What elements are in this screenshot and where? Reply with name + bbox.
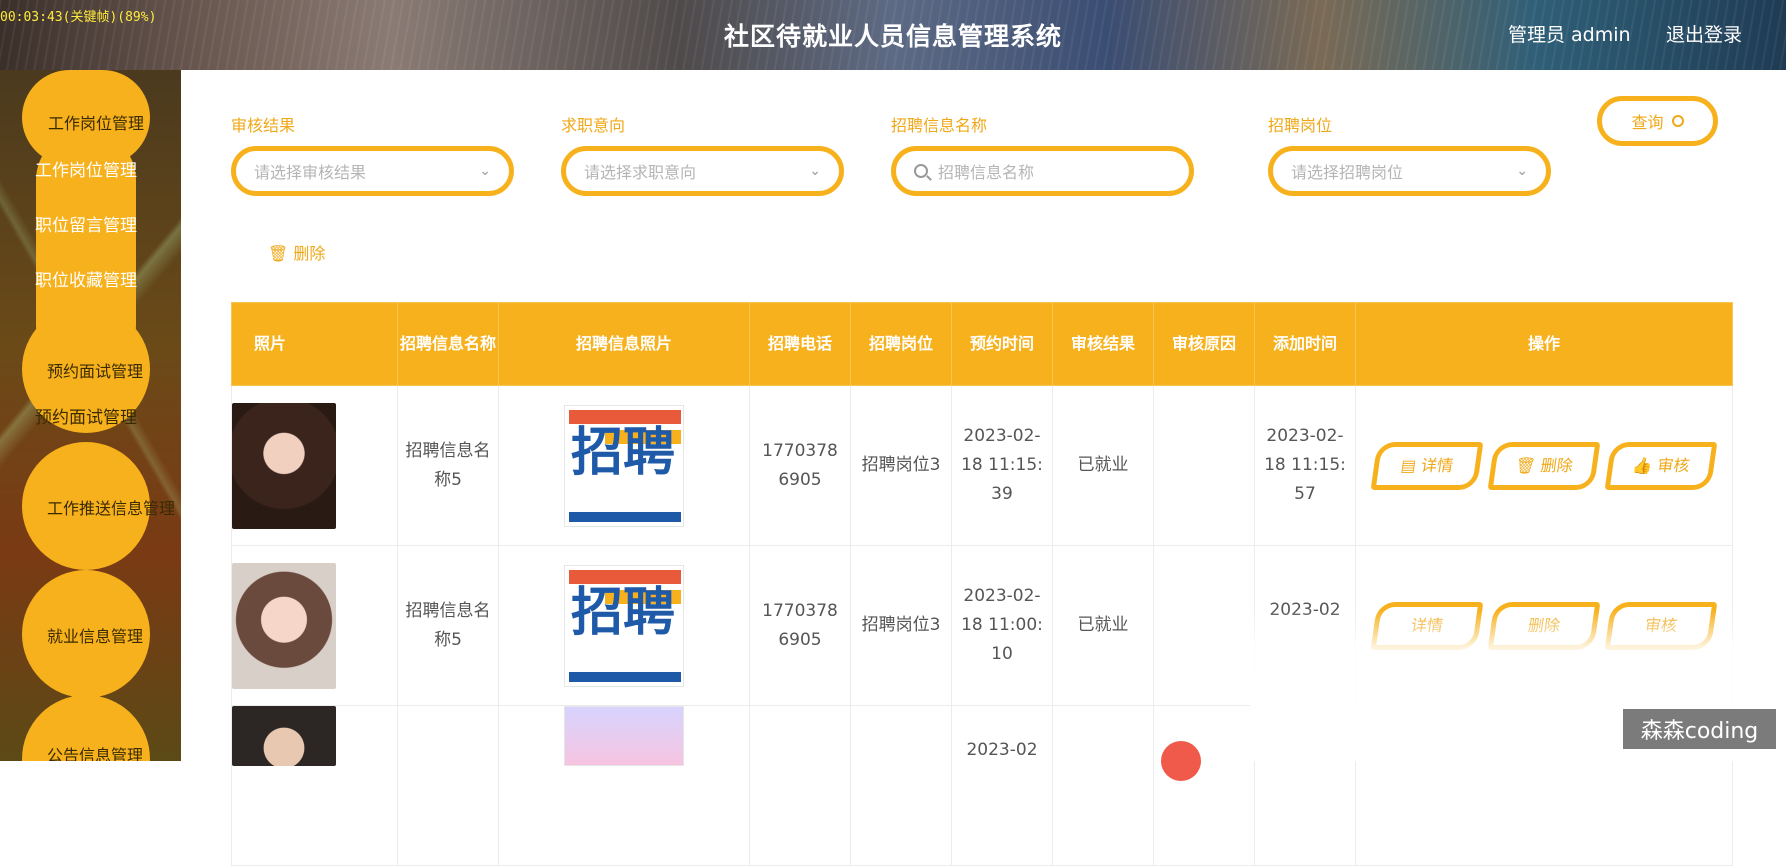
batch-delete-label: 删除 [293,244,326,263]
recruit-post-placeholder: 请选择招聘岗位 [1291,163,1404,182]
header-post: 招聘岗位 [850,302,952,386]
cell-appoint-time: 2023-02-18 11:15:39 [951,385,1053,546]
detail-label: 详情 [1419,455,1455,475]
cell-recruit-name: 招聘信息名称5 [397,385,499,546]
query-button-label: 查询 [1631,113,1664,132]
document-icon: ▤ [1399,455,1417,475]
header-photo: 照片 [231,302,398,386]
cell-recruit-name: 招聘信息名称5 [397,545,499,706]
recruit-name-label: 招聘信息名称 [891,116,988,135]
nav-item-job-favorite[interactable]: 职位收藏管理 [35,266,137,291]
red-cursor-dot [1161,741,1201,781]
recruit-post-select[interactable]: 请选择招聘岗位 ⌄ [1268,146,1551,196]
nav-group-push[interactable]: 工作推送信息管理 [47,495,175,519]
recruit-table: 照片 招聘信息名称 招聘信息照片 招聘电话 招聘岗位 预约时间 审核结果 审核原… [231,302,1733,866]
audit-button[interactable]: 👍 审核 [1605,441,1718,490]
trash-icon: 🗑 [1514,455,1537,475]
job-intent-select[interactable]: 请选择求职意向 ⌄ [561,146,844,196]
recruit-name-input[interactable]: 招聘信息名称 [891,146,1194,196]
cell-appoint-time: 2023-02 [951,705,1053,866]
header-audit-result: 审核结果 [1052,302,1154,386]
table-header-row: 照片 招聘信息名称 招聘信息照片 招聘电话 招聘岗位 预约时间 审核结果 审核原… [231,302,1733,386]
chevron-down-icon: ⌄ [479,163,491,179]
nav-item-job-post[interactable]: 工作岗位管理 [35,156,137,181]
chevron-down-icon: ⌄ [809,163,821,179]
watermark-badge: 森森coding [1623,709,1776,749]
trash-icon: 🗑 [268,244,289,263]
nav-item-interview[interactable]: 预约面试管理 [35,403,137,428]
header-actions: 操作 [1355,302,1733,386]
cell-post: 招聘岗位3 [850,545,952,706]
delete-label: 删除 [1539,455,1575,475]
recruit-post-label: 招聘岗位 [1268,116,1333,135]
sidebar: 工作岗位管理 工作岗位管理 职位留言管理 职位收藏管理 预约面试管理 预约面试管… [0,70,181,761]
recruit-poster: 招聘 [564,404,684,527]
header-audit-reason: 审核原因 [1153,302,1255,386]
recruit-poster: 招聘 [564,564,684,687]
audit-label: 审核 [1656,455,1692,475]
cell-post [850,705,952,866]
job-intent-label: 求职意向 [561,116,626,135]
cell-post: 招聘岗位3 [850,385,952,546]
cell-phone: 17703786905 [749,545,851,706]
nav-group-interview[interactable]: 预约面试管理 [47,358,143,382]
nav-group-job-post[interactable]: 工作岗位管理 [48,110,144,134]
search-icon [914,164,928,178]
header-appoint-time: 预约时间 [951,302,1053,386]
batch-delete-button[interactable]: 🗑 删除 [268,240,325,264]
cell-add-time: 2023-02-18 11:15:57 [1254,385,1356,546]
applicant-photo [232,402,336,529]
chevron-down-icon: ⌄ [1516,163,1528,179]
cell-recruit-name [397,705,499,866]
cell-phone: 17703786905 [749,385,851,546]
cell-audit-result: 已就业 [1052,385,1154,546]
logout-link[interactable]: 退出登录 [1666,20,1742,47]
audit-result-placeholder: 请选择审核结果 [254,163,367,182]
recruit-poster [564,706,684,766]
detail-button[interactable]: ▤ 详情 [1370,441,1483,490]
cell-audit-result [1052,705,1154,866]
search-icon [1671,115,1684,127]
cell-audit-reason [1153,385,1255,546]
cell-appoint-time: 2023-02-18 11:00:10 [951,545,1053,706]
header-recruit-photo: 招聘信息照片 [498,302,750,386]
header-phone: 招聘电话 [749,302,851,386]
admin-label: 管理员 admin [1508,24,1631,46]
cell-audit-reason [1153,705,1255,866]
nav-group-notice[interactable]: 公告信息管理 [47,742,143,761]
audit-result-select[interactable]: 请选择审核结果 ⌄ [231,146,514,196]
cell-phone [749,705,851,866]
delete-button[interactable]: 🗑 删除 [1487,441,1601,490]
applicant-photo [232,562,336,689]
poster-text: 招聘 [571,581,676,643]
applicant-photo [232,706,336,766]
thumb-up-icon: 👍 [1631,455,1655,475]
cell-audit-reason [1153,545,1255,706]
audit-result-label: 审核结果 [231,116,296,135]
nav-item-job-message[interactable]: 职位留言管理 [35,211,137,236]
poster-text: 招聘 [571,421,676,483]
header-recruit-name: 招聘信息名称 [397,302,499,386]
query-button[interactable]: 查询 [1597,96,1718,146]
top-header: 00:03:43(关键帧)(89%) 社区待就业人员信息管理系统 管理员 adm… [0,0,1786,70]
header-add-time: 添加时间 [1254,302,1356,386]
job-intent-placeholder: 请选择求职意向 [584,163,697,182]
table-row: 招聘信息名称5 招聘 17703786905 招聘岗位3 2023-02-18 … [231,385,1733,546]
cell-audit-result: 已就业 [1052,545,1154,706]
nav-group-employment[interactable]: 就业信息管理 [47,623,143,647]
recruit-name-placeholder: 招聘信息名称 [938,163,1035,182]
